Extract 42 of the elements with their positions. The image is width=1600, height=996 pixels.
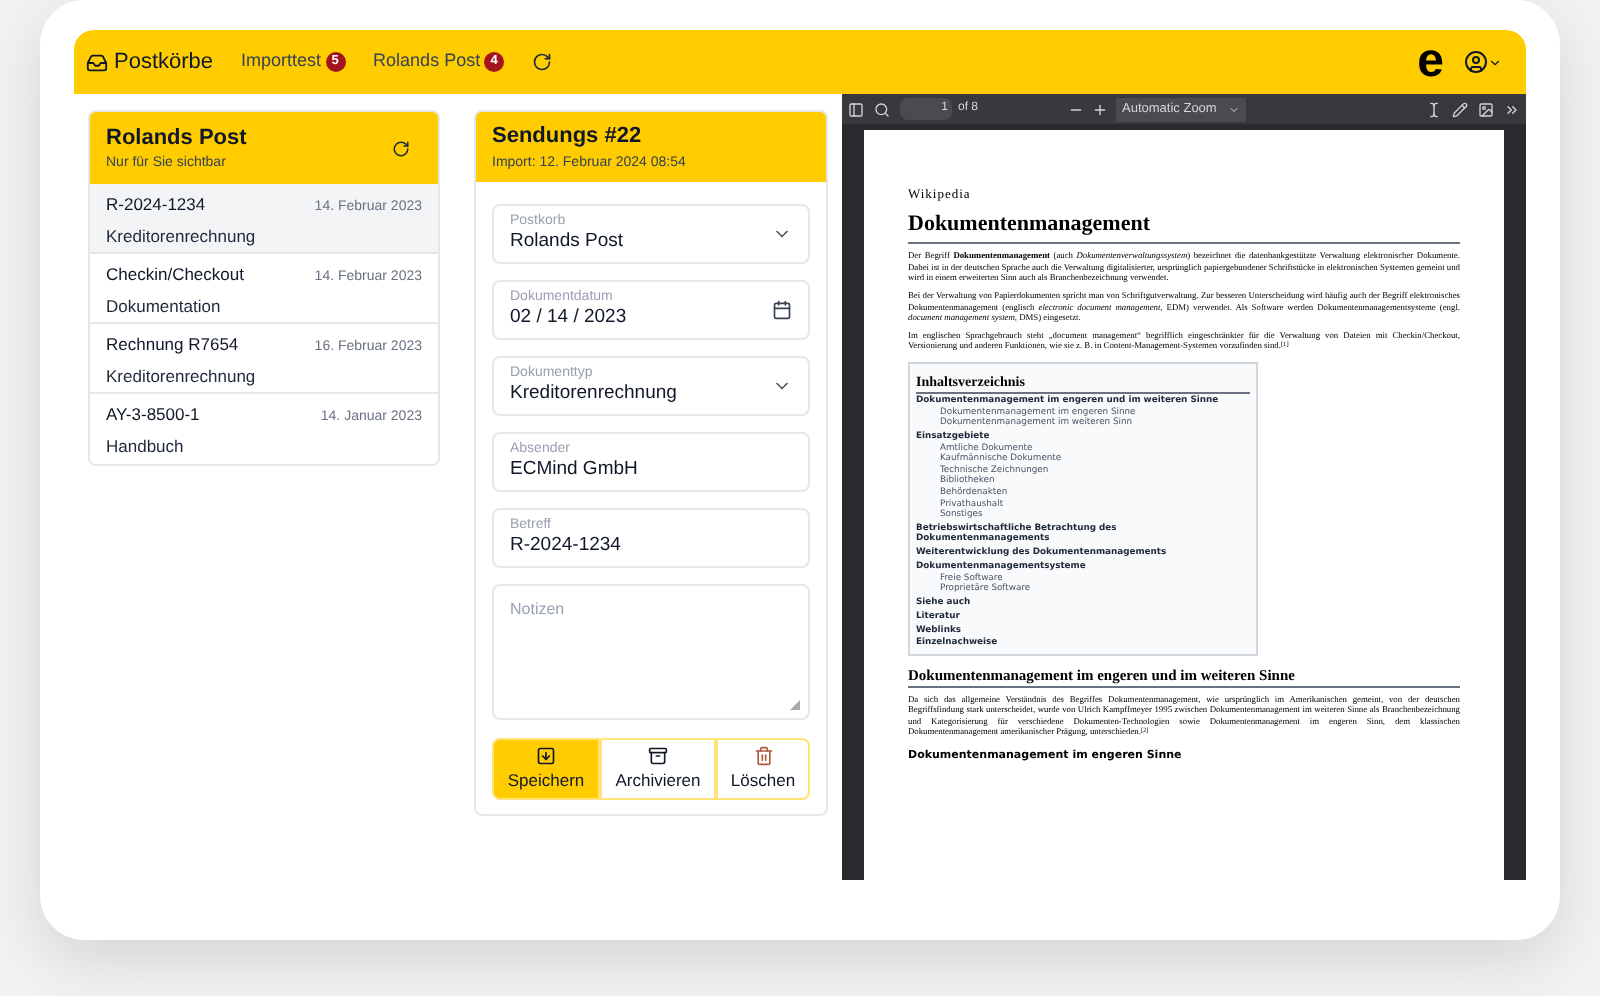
app-logo: e — [1417, 38, 1444, 86]
sidebar-toggle-icon[interactable] — [848, 101, 864, 117]
caret-icon — [1488, 55, 1502, 69]
text-cursor-icon[interactable] — [1426, 101, 1442, 117]
card-title: Sendungs #22 — [492, 122, 644, 152]
document-type: Kreditorenrechnung — [106, 363, 258, 389]
field-value: Kreditorenrechnung — [510, 382, 677, 407]
refresh-icon[interactable] — [392, 139, 410, 157]
zoom-in-icon[interactable] — [1092, 101, 1109, 117]
document-number: Rechnung R7654 — [106, 332, 239, 358]
inbox-icon — [86, 51, 108, 73]
inbox-tab[interactable]: Importtest — [241, 48, 322, 76]
field-value: Rolands Post — [510, 230, 624, 255]
resize-handle-icon[interactable] — [790, 700, 800, 710]
field-value: R-2024-1234 — [510, 534, 621, 559]
document-type: Handbuch — [106, 433, 186, 459]
pencil-icon[interactable] — [1452, 101, 1468, 117]
save-button[interactable]: Speichern — [492, 738, 600, 800]
archive-button[interactable]: Archivieren — [600, 738, 716, 800]
save-icon — [536, 745, 556, 766]
field-value: 02 / 14 / 2023 — [510, 306, 627, 331]
document-number: R-2024-1234 — [106, 192, 206, 218]
user-menu[interactable] — [1464, 50, 1502, 74]
document-type: Dokumentation — [106, 293, 223, 319]
card-title: Rolands Post — [106, 123, 247, 153]
chevron-down-icon — [1228, 103, 1241, 115]
inbox-tab[interactable]: Rolands Post — [373, 48, 481, 76]
app-title: Postkörbe — [114, 47, 214, 78]
document-type: Kreditorenrechnung — [106, 223, 258, 249]
user-icon — [1464, 50, 1488, 74]
refresh-icon[interactable] — [532, 52, 553, 72]
calendar-icon — [772, 300, 792, 320]
image-icon[interactable] — [1478, 101, 1494, 117]
document-number: Checkin/Checkout — [106, 262, 244, 288]
archive-icon — [648, 745, 668, 766]
search-icon[interactable] — [874, 101, 890, 117]
field-value: ECMind GmbH — [510, 458, 638, 483]
article-title: Dokumentenmanagement — [908, 211, 1460, 245]
delete-button[interactable]: Löschen — [716, 738, 810, 800]
trash-icon — [753, 745, 773, 766]
more-tools-icon[interactable] — [1504, 101, 1520, 117]
document-number: AY-3-8500-1 — [106, 402, 200, 428]
